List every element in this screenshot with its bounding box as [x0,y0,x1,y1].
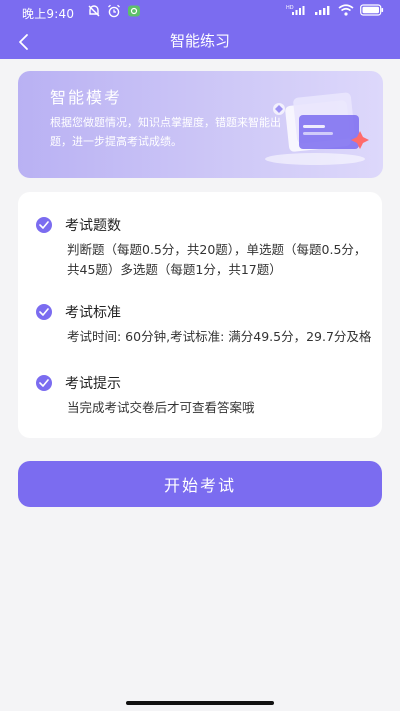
check-icon [36,304,52,320]
exam-illustration [259,85,371,167]
start-exam-button[interactable]: 开始考试 [18,461,382,507]
banner-title: 智能模考 [50,88,123,107]
status-left-icons [87,4,141,18]
signal-icon [314,4,332,19]
home-indicator[interactable] [126,701,274,705]
smart-exam-banner: 智能模考 根据您做题情况，知识点掌握度，错题来智能出题，进一步提高考试成绩。 [18,71,383,178]
section-title: 考试提示 [65,376,121,392]
app-notification-icon [127,4,141,18]
nav-bar: 智能练习 [0,24,400,59]
section-exam-tips: 考试提示 当完成考试交卷后才可查看答案哦 [36,372,376,418]
section-exam-standard: 考试标准 考试时间: 60分钟,考试标准: 满分49.5分，29.7分及格 [36,301,376,347]
status-right-icons: HD [286,4,384,19]
alarm-icon [107,4,121,18]
section-body: 考试时间: 60分钟,考试标准: 满分49.5分，29.7分及格 [67,329,372,344]
status-time: 晚上9:40 [22,7,75,21]
top-bar: 晚上9:40 HD 智能练习 [0,0,400,59]
section-body: 判断题（每题0.5分，共20题），单选题（每题0.5分，共45题）多选题（每题1… [67,242,367,277]
hd-signal-icon: HD [286,4,308,19]
section-question-count: 考试题数 判断题（每题0.5分，共20题），单选题（每题0.5分，共45题）多选… [36,214,376,280]
check-icon [36,375,52,391]
section-title: 考试标准 [65,305,121,321]
hd-label: HD [286,5,294,11]
check-icon [36,217,52,233]
mute-icon [87,4,101,18]
exam-info-card: 考试题数 判断题（每题0.5分，共20题），单选题（每题0.5分，共45题）多选… [18,192,382,438]
section-title: 考试题数 [65,218,121,234]
wifi-icon [338,4,354,19]
status-bar: 晚上9:40 HD [0,0,400,24]
banner-description: 根据您做题情况，知识点掌握度，错题来智能出题，进一步提高考试成绩。 [50,116,281,148]
page-title: 智能练习 [169,32,230,50]
battery-icon [360,4,384,19]
section-body: 当完成考试交卷后才可查看答案哦 [67,400,255,415]
